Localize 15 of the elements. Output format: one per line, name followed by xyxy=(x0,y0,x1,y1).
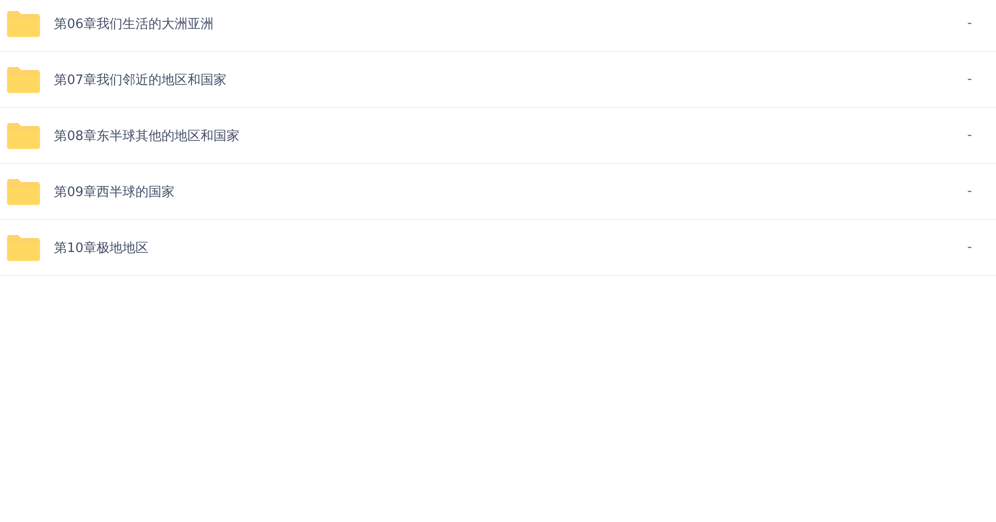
folder-icon xyxy=(7,66,40,92)
folder-name[interactable]: 第06章我们生活的大洲亚洲 xyxy=(54,14,968,32)
file-size: - xyxy=(967,128,972,143)
folder-icon xyxy=(7,178,40,204)
file-size: - xyxy=(967,240,972,255)
file-size: - xyxy=(967,72,972,87)
folder-icon xyxy=(7,10,40,36)
file-size: - xyxy=(967,16,972,31)
folder-icon xyxy=(7,234,40,260)
file-size: - xyxy=(967,184,972,199)
folder-icon xyxy=(7,122,40,148)
folder-name[interactable]: 第09章西半球的国家 xyxy=(54,182,968,200)
folder-name[interactable]: 第10章极地地区 xyxy=(54,238,968,256)
folder-name[interactable]: 第07章我们邻近的地区和国家 xyxy=(54,70,968,88)
folder-name[interactable]: 第08章东半球其他的地区和国家 xyxy=(54,126,968,144)
